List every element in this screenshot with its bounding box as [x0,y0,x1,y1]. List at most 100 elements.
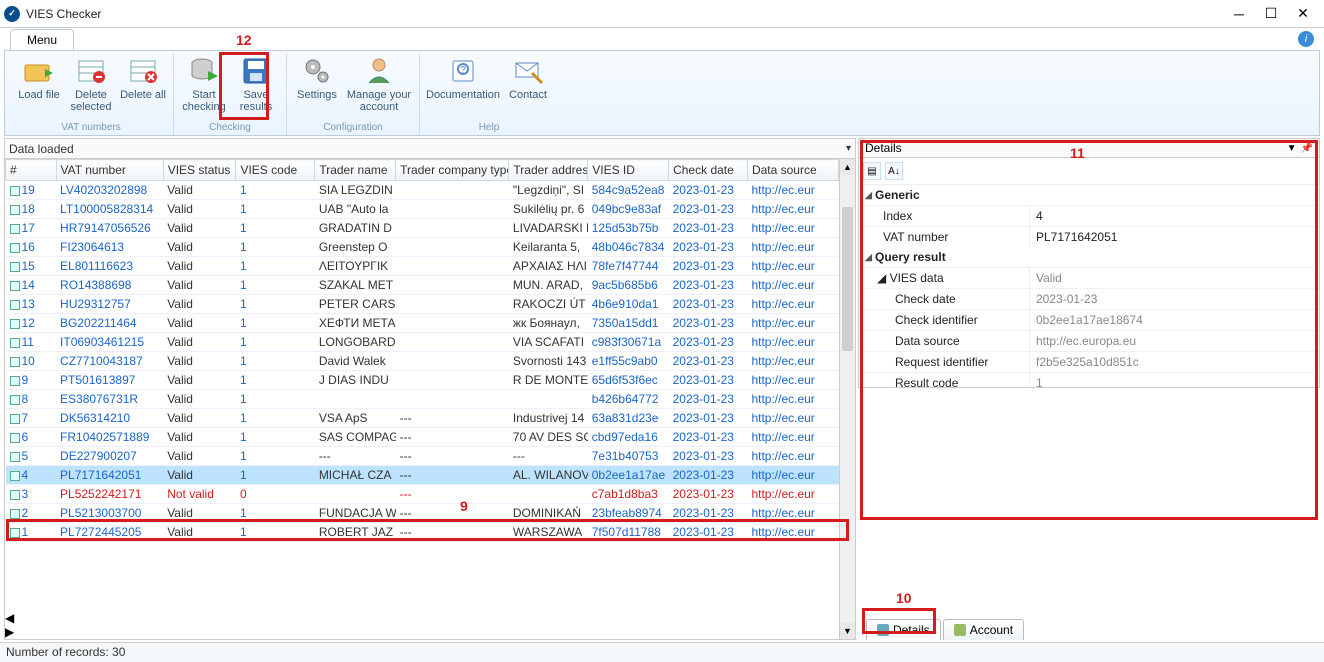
col-data-source[interactable]: Data source [747,160,838,181]
scroll-thumb[interactable] [842,207,853,351]
record-count: Number of records: 30 [6,645,125,659]
table-row[interactable]: 2PL5213003700Valid1FUNDACJA W---DOMINIKA… [6,504,839,523]
contact-button[interactable]: Contact [502,53,554,103]
prop-row[interactable]: Check identifier0b2ee1a17ae18674 [859,309,1319,330]
prop-vat-number[interactable]: VAT numberPL7171642051 [859,226,1319,247]
data-grid-pane: Data loaded ▾ # VAT number VIES status V… [4,138,856,640]
group-title: Help [479,122,500,133]
details-tab-icon [877,624,889,636]
minimize-button[interactable]: ─ [1232,7,1246,21]
prop-row[interactable]: Result code1 [859,372,1319,388]
book-icon: ? [447,55,479,87]
table-row[interactable]: 10CZ7710043187Valid1David WalekSvornosti… [6,352,839,371]
status-bar: Number of records: 30 [0,642,1324,662]
prop-row[interactable]: Check date2023-01-23 [859,288,1319,309]
section-query-result[interactable]: ◢Query result [859,247,1319,267]
table-row[interactable]: 18LT100005828314Valid1UAB "Auto laSukilė… [6,200,839,219]
data-grid[interactable]: # VAT number VIES status VIES code Trade… [5,159,839,611]
table-row[interactable]: 4PL7171642051Valid1MICHAŁ CZA---AL. WILA… [6,466,839,485]
categorized-button[interactable]: ▤ [863,162,881,180]
table-row[interactable]: 11IT06903461215Valid1LONGOBARDVIA SCAFAT… [6,333,839,352]
col-trader-address[interactable]: Trader address [509,160,588,181]
table-row[interactable]: 9PT501613897Valid1J DIAS INDUR DE MONTE6… [6,371,839,390]
account-tab-icon [954,624,966,636]
property-grid[interactable]: ▤ A↓ ◢Generic Index4 VAT numberPL7171642… [858,158,1320,388]
delete-all-button[interactable]: Delete all [117,53,169,115]
table-row[interactable]: 1PL7272445205Valid1ROBERT JAZ---WARSZAWA… [6,523,839,542]
grid-delete-all-icon [127,55,159,87]
maximize-button[interactable]: ☐ [1264,7,1278,21]
manage-account-button[interactable]: Manage your account [343,53,415,115]
row-icon [10,471,20,481]
scroll-left-arrow[interactable]: ◀ [5,611,839,625]
row-icon [10,300,20,310]
tab-account[interactable]: Account [943,619,1024,640]
collapse-icon[interactable]: ▾ [846,143,851,154]
start-checking-button[interactable]: Start checking [178,53,230,115]
horizontal-scrollbar[interactable]: ◀ ▶ [5,611,839,639]
col-check-date[interactable]: Check date [669,160,748,181]
table-row[interactable]: 8ES38076731RValid1b426b647722023-01-23ht… [6,390,839,409]
grid-title: Data loaded ▾ [5,139,855,159]
col-index[interactable]: # [6,160,57,181]
tab-menu[interactable]: Menu [10,29,74,50]
floppy-disk-icon [240,55,272,87]
row-icon [10,414,20,424]
tab-details[interactable]: Details [866,619,941,640]
prop-vies-data[interactable]: ◢ VIES dataValid [859,267,1319,288]
property-toolbar: ▤ A↓ [859,158,1319,185]
documentation-button[interactable]: ? Documentation [424,53,502,103]
col-vies-id[interactable]: VIES ID [588,160,669,181]
close-button[interactable]: ✕ [1296,7,1310,21]
section-generic[interactable]: ◢Generic [859,185,1319,205]
scroll-up-arrow[interactable]: ▲ [840,159,855,175]
table-row[interactable]: 15EL801116623Valid1ΛΕΙΤΟΥΡΓΙΚΑΡΧΑΙΑΣ ΗΛΙ… [6,257,839,276]
column-header-row[interactable]: # VAT number VIES status VIES code Trade… [6,160,839,181]
row-icon [10,262,20,272]
prop-index[interactable]: Index4 [859,205,1319,226]
pin-icon[interactable]: 📌 [1301,143,1313,154]
row-icon [10,338,20,348]
row-icon [10,357,20,367]
save-results-button[interactable]: Save results [230,53,282,115]
load-file-button[interactable]: Load file [13,53,65,115]
prop-row[interactable]: Request identifierf2b5e325a10d851c [859,351,1319,372]
alphabetical-button[interactable]: A↓ [885,162,903,180]
row-icon [10,281,20,291]
col-vat-number[interactable]: VAT number [56,160,163,181]
row-icon [10,528,20,538]
table-row[interactable]: 17HR79147056526Valid1GRADATIN DLIVADARSK… [6,219,839,238]
table-row[interactable]: 12BG202211464Valid1ХЕФТИ МЕТАжк Боянаул,… [6,314,839,333]
col-trader-name[interactable]: Trader name [315,160,396,181]
col-vies-code[interactable]: VIES code [236,160,315,181]
table-row[interactable]: 7DK56314210Valid1VSA ApS---Industrivej 1… [6,409,839,428]
delete-selected-button[interactable]: Delete selected [65,53,117,115]
info-icon[interactable]: i [1298,31,1314,47]
scroll-right-arrow[interactable]: ▶ [5,625,839,639]
row-icon [10,205,20,215]
annotation-label-12: 12 [236,32,252,48]
table-row[interactable]: 16FI23064613Valid1Greenstep OKeilaranta … [6,238,839,257]
scroll-down-arrow[interactable]: ▼ [840,623,855,639]
dropdown-icon[interactable]: ▼ [1287,143,1297,154]
svg-text:?: ? [460,65,466,76]
col-trader-company-type[interactable]: Trader company type [396,160,509,181]
table-row[interactable]: 13HU29312757Valid1PETER CARSRAKOCZI ÚT4b… [6,295,839,314]
table-row[interactable]: 14RO14388698Valid1SZAKAL METMUN. ARAD,9a… [6,276,839,295]
table-row[interactable]: 5DE227900207Valid1---------7e31b40753202… [6,447,839,466]
table-row[interactable]: 3PL5252242171Not valid0---c7ab1d8ba32023… [6,485,839,504]
row-icon [10,490,20,500]
col-vies-status[interactable]: VIES status [163,160,236,181]
prop-row[interactable]: Data sourcehttp://ec.europa.eu [859,330,1319,351]
database-play-icon [188,55,220,87]
ribbon-group-configuration: Settings Manage your account Configurati… [287,53,420,135]
vertical-scrollbar[interactable]: ▲ ▼ [839,159,855,639]
grid-delete-icon [75,55,107,87]
table-row[interactable]: 19LV40203202898Valid1SIA LEGZDIN"Legzdiņ… [6,181,839,200]
ribbon-group-help: ? Documentation Contact Help [420,53,558,135]
group-title: Configuration [323,122,382,133]
table-row[interactable]: 6FR10402571889Valid1SAS COMPAG---70 AV D… [6,428,839,447]
settings-button[interactable]: Settings [291,53,343,115]
ribbon: Load file Delete selected Delete all VAT… [4,50,1320,136]
row-icon [10,186,20,196]
